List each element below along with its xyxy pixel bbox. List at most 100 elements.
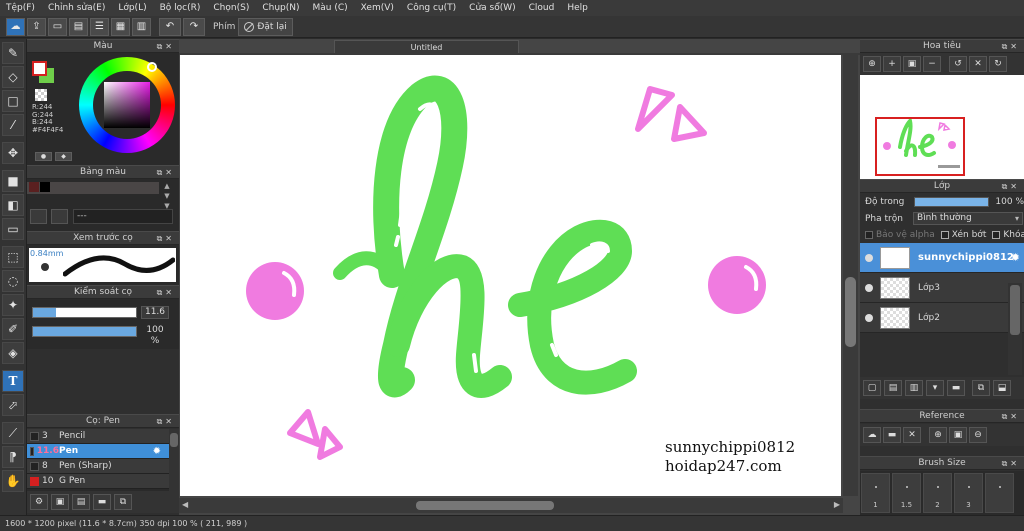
zoom-out-icon[interactable]: ⊖ — [969, 427, 987, 443]
lasso-tool-icon[interactable]: ◌ — [2, 270, 24, 292]
brush-size-cell[interactable]: 3 — [954, 473, 983, 513]
new-vector-layer-icon[interactable]: ▥ — [905, 380, 923, 396]
open-folder-icon[interactable]: ▬ — [883, 427, 901, 443]
cloud-download-icon[interactable]: ☁ — [863, 427, 881, 443]
scroll-right-icon[interactable]: ▶ — [834, 500, 840, 509]
menu-filter[interactable]: Bộ lọc(R) — [160, 3, 201, 13]
foreground-color-swatch[interactable] — [32, 61, 47, 76]
rotate-left-icon[interactable]: ↺ — [949, 56, 967, 72]
palette-swatch[interactable] — [29, 182, 39, 192]
brush-item-pencil[interactable]: 3 Pencil — [27, 429, 179, 444]
visibility-icon[interactable] — [865, 313, 873, 322]
fill-rect-icon[interactable]: ■ — [2, 170, 24, 192]
palette-scroll-icon[interactable]: ▲ ▼ ▼ — [162, 181, 172, 211]
rect-select-icon[interactable]: □ — [2, 90, 24, 112]
menu-cloud[interactable]: Cloud — [529, 3, 555, 13]
rotate-right-icon[interactable]: ↻ — [989, 56, 1007, 72]
palette-swatch[interactable] — [40, 182, 50, 192]
add-layer-menu-icon[interactable]: ▾ — [926, 380, 944, 396]
color-wheel[interactable] — [79, 57, 175, 153]
navigator-preview[interactable] — [860, 75, 1024, 179]
new-raster-layer-icon[interactable]: ▤ — [884, 380, 902, 396]
move-tool-icon[interactable]: ✥ — [2, 142, 24, 164]
eraser-tool-icon[interactable]: ◇ — [2, 66, 24, 88]
menu-file[interactable]: Tệp(F) — [6, 3, 35, 13]
select-eraser-icon[interactable]: ◈ — [2, 342, 24, 364]
brush-item-pen[interactable]: 11.6 Pen ✹ — [27, 444, 179, 459]
brush-item-pen-sharp[interactable]: 8 Pen (Sharp) — [27, 459, 179, 474]
canvas-vertical-scrollbar[interactable] — [843, 55, 858, 496]
export-icon[interactable]: ⇪ — [27, 17, 46, 36]
brush-tool-icon[interactable]: ✎ — [2, 42, 24, 64]
wand-tool-icon[interactable]: ⁄ — [2, 114, 24, 136]
transparent-swatch[interactable] — [35, 89, 47, 101]
menu-select[interactable]: Chọn(S) — [213, 3, 249, 13]
lock-checkbox[interactable]: Khóa — [992, 230, 1024, 240]
panel-controls-icon[interactable]: ⧉✕ — [157, 40, 175, 53]
menu-help[interactable]: Help — [567, 3, 588, 13]
brush-size-cell[interactable] — [985, 473, 1014, 513]
gear-icon[interactable]: ✹ — [153, 446, 161, 457]
delete-palette-icon[interactable] — [51, 209, 68, 224]
select-rect-icon[interactable]: ⬚ — [2, 246, 24, 268]
layer-opacity-slider[interactable] — [914, 196, 990, 207]
menu-window[interactable]: Cửa sổ(W) — [469, 3, 515, 13]
visibility-icon[interactable] — [865, 283, 873, 292]
panel-controls-icon[interactable]: ⧉✕ — [1002, 40, 1020, 53]
brush-size-cell[interactable]: 2 — [923, 473, 952, 513]
color-mode-icon[interactable]: ● — [35, 152, 52, 161]
reset-view-icon[interactable]: ✕ — [969, 56, 987, 72]
menu-color[interactable]: Màu (C) — [313, 3, 348, 13]
redo-icon[interactable]: ↷ — [183, 17, 205, 36]
scroll-left-icon[interactable]: ◀ — [182, 500, 188, 509]
clipping-checkbox[interactable]: Xén bớt — [940, 230, 986, 240]
zoom-in-icon[interactable]: + — [883, 56, 901, 72]
document-icon[interactable]: ▤ — [69, 17, 88, 36]
select-pen-icon[interactable]: ✐ — [2, 318, 24, 340]
visibility-icon[interactable] — [865, 253, 873, 262]
brush-size-value[interactable]: 11.6 — [141, 306, 169, 319]
menu-edit[interactable]: Chỉnh sửa(E) — [48, 3, 105, 13]
folder-icon[interactable]: ▬ — [93, 494, 111, 510]
eyedropper-icon[interactable]: ⁋ — [2, 446, 24, 468]
hand-tool-icon[interactable]: ✋ — [2, 470, 24, 492]
layer-list-scrollbar[interactable] — [1008, 283, 1022, 375]
bucket-tool-icon[interactable]: ◧ — [2, 194, 24, 216]
close-reference-icon[interactable]: ✕ — [903, 427, 921, 443]
palette-name-field[interactable]: --- — [73, 209, 173, 224]
brush-list-scrollbar[interactable] — [169, 429, 179, 491]
new-layer-icon[interactable]: ▢ — [863, 380, 881, 396]
reset-button[interactable]: Đặt lại — [238, 17, 293, 36]
layer-item-sunnychippi0812[interactable]: sunnychippi0812 ✹ — [860, 243, 1024, 273]
fit-window-icon[interactable]: ▣ — [949, 427, 967, 443]
magic-wand-icon[interactable]: ✦ — [2, 294, 24, 316]
fit-window-icon[interactable]: ▣ — [903, 56, 921, 72]
panel-controls-icon[interactable]: ⧉✕ — [157, 415, 175, 428]
pen-line-icon[interactable]: ⟋ — [2, 422, 24, 444]
zoom-in-icon[interactable]: ⊕ — [929, 427, 947, 443]
menu-tools[interactable]: Công cụ(T) — [407, 3, 456, 13]
protect-alpha-checkbox[interactable]: Bảo vệ alpha — [865, 230, 935, 240]
document-tab[interactable]: Untitled — [334, 40, 519, 54]
layer-item-lop3[interactable]: Lớp3 — [860, 273, 1024, 303]
menu-layer[interactable]: Lớp(L) — [118, 3, 146, 13]
brush-size-slider[interactable] — [32, 307, 137, 318]
layer-folder-icon[interactable]: ▬ — [947, 380, 965, 396]
layer-item-lop2[interactable]: Lớp2 — [860, 303, 1024, 333]
panel-controls-icon[interactable]: ⧉✕ — [1002, 410, 1020, 423]
brush-opacity-slider[interactable] — [32, 326, 137, 337]
blend-mode-select[interactable]: Bình thường — [912, 212, 1023, 225]
zoom-out-icon[interactable]: − — [923, 56, 941, 72]
undo-icon[interactable]: ↶ — [159, 17, 181, 36]
drawing-canvas[interactable]: sunnychippi0812 hoidap247.com — [180, 55, 841, 496]
hue-knob[interactable] — [147, 62, 157, 72]
panel-controls-icon[interactable]: ⧉✕ — [157, 166, 175, 179]
panel-controls-icon[interactable]: ⧉✕ — [157, 286, 175, 299]
new-palette-icon[interactable] — [30, 209, 47, 224]
panel-controls-icon[interactable]: ⧉✕ — [1002, 457, 1020, 470]
panel-icon[interactable]: ▥ — [132, 17, 151, 36]
zoom-fit-icon[interactable]: ⊕ — [863, 56, 881, 72]
brush-size-cell[interactable]: 1 — [861, 473, 890, 513]
brush-settings-icon[interactable]: ⚙ — [30, 494, 48, 510]
cloud-icon[interactable]: ☁ — [6, 17, 25, 36]
